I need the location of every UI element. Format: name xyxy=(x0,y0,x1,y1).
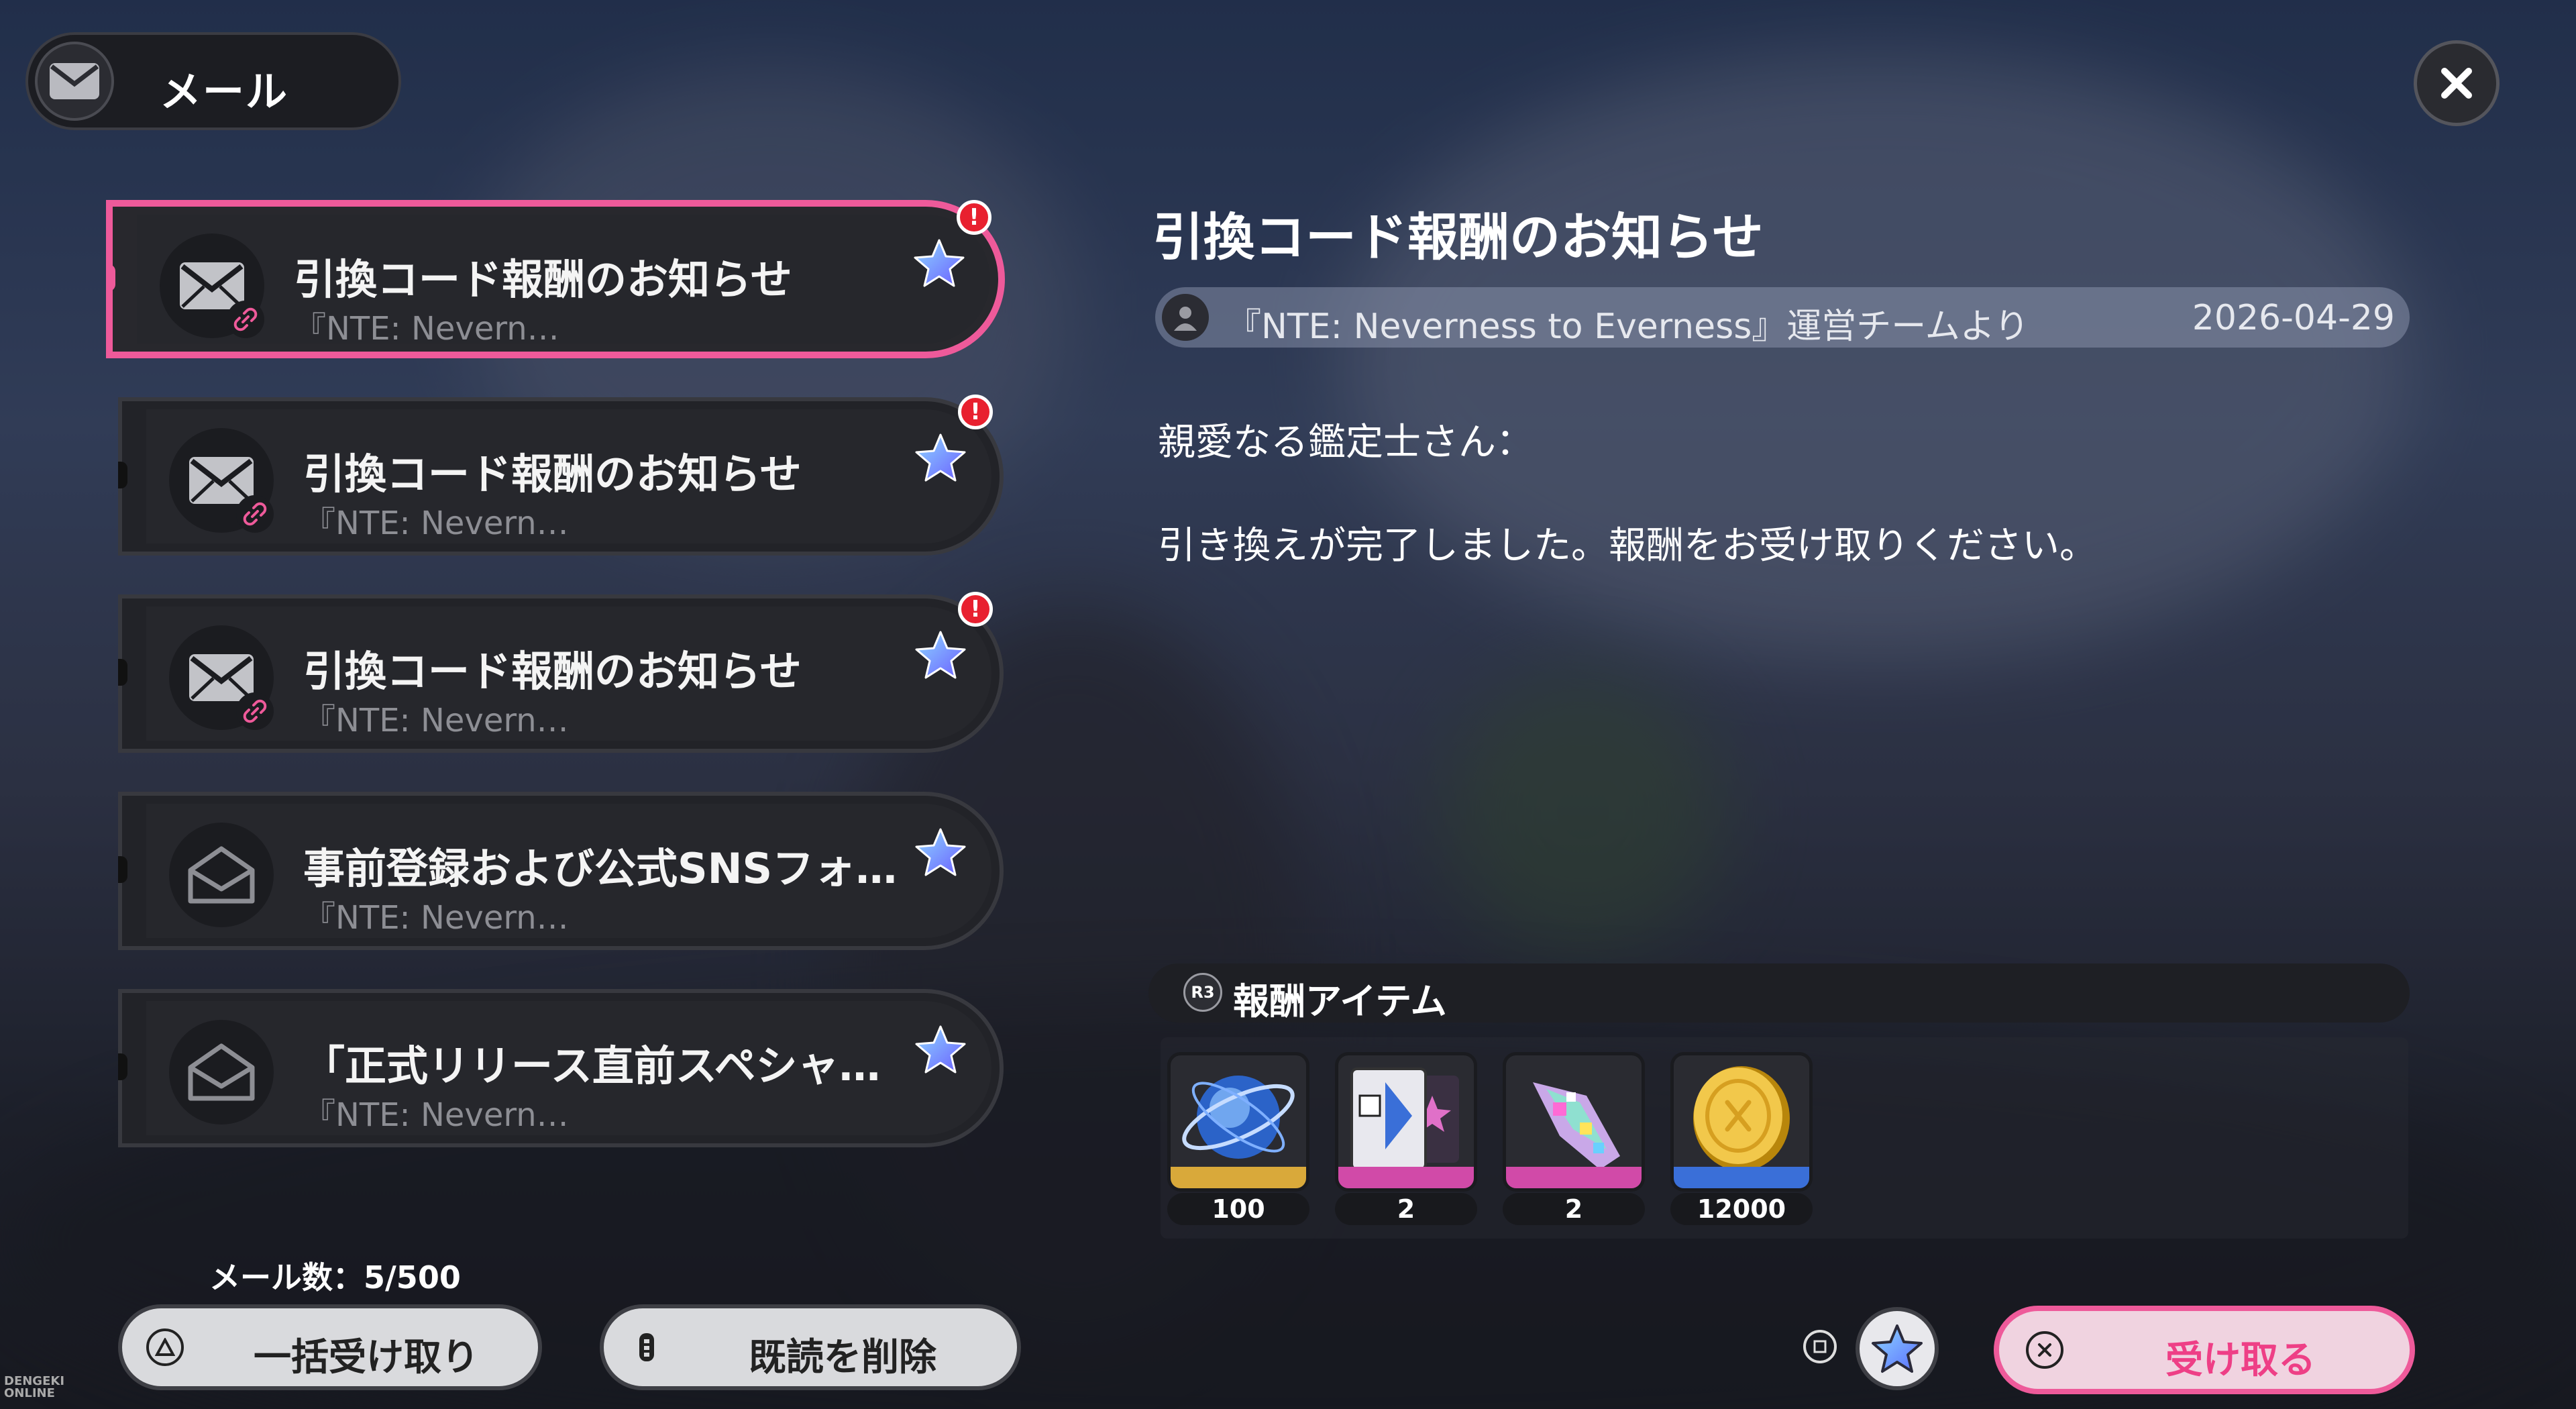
reward-item-2[interactable] xyxy=(1335,1052,1477,1192)
mail-date: 2026-04-29 xyxy=(2192,298,2395,338)
triangle-button-glyph-icon xyxy=(146,1328,184,1366)
star-icon xyxy=(914,431,967,484)
star-icon xyxy=(914,628,967,682)
mail-body: 引き換えが完了しました。報酬をお受け取りください。 xyxy=(1158,524,2097,568)
star-icon xyxy=(914,825,967,879)
link-icon xyxy=(236,495,274,533)
envelope-icon xyxy=(35,42,114,121)
page-title: メール xyxy=(160,67,289,116)
mail-item[interactable]: 引換コード報酬のお知らせ『NTE: Nevern…! xyxy=(106,200,1005,358)
mail-item-title: 事前登録および公式SNSフォ… xyxy=(303,844,898,893)
mail-item-title: 引換コード報酬のお知らせ xyxy=(303,450,802,499)
mail-meta-bar: 『NTE: Neverness to Everness』運営チームより 2026… xyxy=(1155,287,2410,348)
mail-item-subtitle: 『NTE: Nevern… xyxy=(303,702,569,739)
star-icon xyxy=(1872,1324,1923,1373)
reward-item-4[interactable] xyxy=(1670,1052,1813,1192)
star-icon xyxy=(912,236,966,290)
reward-qty-3: 2 xyxy=(1503,1193,1645,1225)
mail-item-subtitle: 『NTE: Nevern… xyxy=(303,1096,569,1134)
reward-qty-1: 100 xyxy=(1167,1193,1309,1225)
claim-all-label: 一括受け取り xyxy=(254,1336,479,1379)
selection-notch xyxy=(118,855,127,883)
reward-label: 報酬アイテム xyxy=(1233,980,1447,1023)
mail-item-title: 引換コード報酬のお知らせ xyxy=(303,647,802,696)
delete-read-label: 既読を削除 xyxy=(749,1336,936,1379)
mail-item[interactable]: 「正式リリース直前スペシャ… 『NTE: Nevern… xyxy=(118,989,1004,1147)
watermark-logo: DENGEKI ONLINE xyxy=(4,1374,65,1400)
reward-qty-4: 12000 xyxy=(1670,1193,1813,1225)
reward-header: R3 報酬アイテム xyxy=(1148,963,2410,1023)
cross-button-glyph-icon xyxy=(2026,1331,2063,1369)
reward-item-1[interactable] xyxy=(1167,1052,1309,1192)
mail-item-title: 引換コード報酬のお知らせ xyxy=(294,255,792,304)
mail-item-title: 「正式リリース直前スペシャ… xyxy=(303,1041,881,1090)
mail-sender: 『NTE: Neverness to Everness』運営チームより xyxy=(1226,307,2029,347)
mail-count: メール数：5/500 xyxy=(209,1259,461,1296)
reward-qty-2: 2 xyxy=(1335,1193,1477,1225)
mail-greeting: 親愛なる鑑定士さん： xyxy=(1158,421,1534,464)
selection-notch xyxy=(106,264,115,292)
favorite-star-button[interactable] xyxy=(1856,1307,1939,1390)
selection-notch xyxy=(118,658,127,686)
claim-label: 受け取る xyxy=(2165,1339,2316,1382)
close-button[interactable] xyxy=(2414,40,2500,126)
alert-badge-icon: ! xyxy=(958,395,993,429)
mail-item[interactable]: 引換コード報酬のお知らせ『NTE: Nevern…! xyxy=(118,592,1004,753)
link-icon xyxy=(236,692,274,730)
envelope-open-icon xyxy=(169,823,274,927)
mail-item-subtitle: 『NTE: Nevern… xyxy=(303,505,569,542)
alert-badge-icon: ! xyxy=(957,200,991,235)
sender-avatar-icon xyxy=(1162,294,1209,341)
mail-item[interactable]: 事前登録および公式SNSフォ… 『NTE: Nevern… xyxy=(118,792,1004,950)
star-icon xyxy=(914,1023,967,1076)
reward-item-3[interactable] xyxy=(1503,1052,1645,1192)
selection-notch xyxy=(118,1053,127,1080)
link-icon xyxy=(227,301,264,338)
mail-item-subtitle: 『NTE: Nevern… xyxy=(294,310,559,348)
square-button-glyph-icon xyxy=(1803,1330,1837,1363)
mail-detail-title: 引換コード報酬のお知らせ xyxy=(1152,207,1764,267)
envelope-open-icon xyxy=(169,1020,274,1125)
touchpad-button-glyph-icon xyxy=(628,1328,665,1366)
mail-item-subtitle: 『NTE: Nevern… xyxy=(303,899,569,937)
claim-all-button[interactable]: 一括受け取り xyxy=(118,1304,542,1390)
selection-notch xyxy=(118,461,127,488)
delete-read-button[interactable]: 既読を削除 xyxy=(600,1304,1021,1390)
close-icon xyxy=(2441,68,2472,99)
claim-button[interactable]: 受け取る xyxy=(1994,1306,2415,1394)
alert-badge-icon: ! xyxy=(958,592,993,627)
mail-item[interactable]: 引換コード報酬のお知らせ『NTE: Nevern…! xyxy=(118,395,1004,556)
r3-button-glyph: R3 xyxy=(1183,973,1222,1012)
mail-header: メール xyxy=(25,32,401,130)
